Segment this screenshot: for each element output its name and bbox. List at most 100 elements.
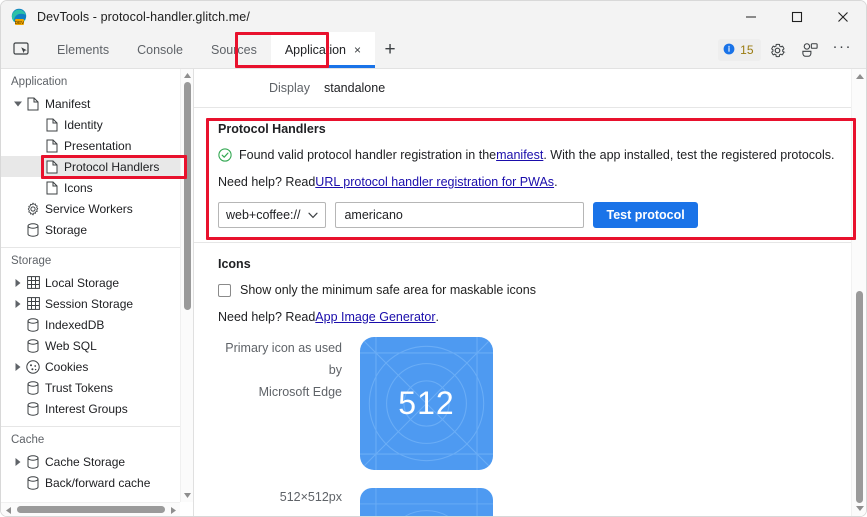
more-options-icon[interactable]: ···: [827, 38, 859, 62]
protocol-url-input[interactable]: americano: [335, 202, 585, 228]
tab-elements[interactable]: Elements: [43, 32, 123, 68]
document-icon: [43, 139, 61, 153]
sidebar-hscroll-thumb[interactable]: [17, 506, 165, 513]
sidebar-item-service-workers[interactable]: Service Workers: [1, 198, 180, 219]
sidebar-scroll-thumb[interactable]: [184, 82, 191, 310]
sidebar-item-label: Local Storage: [45, 275, 120, 290]
devtools-layout-icon[interactable]: [795, 37, 825, 63]
sidebar-item-label: Interest Groups: [45, 401, 128, 416]
second-icon-preview: [360, 488, 493, 516]
pwa-protocol-doc-link[interactable]: URL protocol handler registration for PW…: [315, 175, 554, 189]
scroll-down-icon[interactable]: [852, 501, 866, 516]
chevron-right-icon[interactable]: [11, 457, 24, 466]
primary-icon-size-text: 512: [398, 385, 455, 421]
tab-application[interactable]: Application ×: [270, 32, 376, 68]
icon-guidelines: [360, 488, 493, 516]
test-protocol-button[interactable]: Test protocol: [593, 202, 698, 228]
database-icon: [24, 317, 42, 332]
sidebar-section-title: Application: [11, 76, 68, 88]
sidebar-tree: Application Manifest Identity Presentation P…: [1, 69, 180, 502]
sidebar-vertical-scrollbar[interactable]: [180, 69, 193, 502]
tab-label: Sources: [210, 43, 257, 57]
sidebar-item-cache-storage[interactable]: Cache Storage: [1, 451, 180, 472]
maskable-safe-area-row[interactable]: Show only the minimum safe area for mask…: [218, 283, 851, 297]
issues-badge[interactable]: 15: [718, 39, 761, 61]
protocol-status-row: Found valid protocol handler registratio…: [218, 148, 851, 162]
check-circle-icon: [218, 148, 232, 162]
application-sidebar: Application Manifest Identity Presentation P…: [1, 69, 194, 516]
sidebar-item-indexeddb[interactable]: IndexedDB: [1, 314, 180, 335]
sidebar-section-title: Storage: [11, 255, 52, 267]
inspect-element-icon[interactable]: [1, 32, 43, 68]
database-icon: [24, 338, 42, 353]
protocol-url-value: americano: [344, 208, 403, 222]
close-icon[interactable]: ×: [354, 44, 361, 56]
chevron-down-icon[interactable]: [11, 101, 24, 107]
manifest-content: Display standalone Protocol Handlers Fou…: [194, 69, 851, 516]
sidebar-item-local-storage[interactable]: Local Storage: [1, 272, 180, 293]
add-tab-button[interactable]: +: [375, 32, 405, 68]
icons-section: Icons Show only the minimum safe area fo…: [194, 243, 851, 516]
sidebar-item-manifest[interactable]: Manifest: [1, 93, 180, 114]
sidebar-item-identity[interactable]: Identity: [1, 114, 180, 135]
sidebar-item-trust-tokens[interactable]: Trust Tokens: [1, 377, 180, 398]
icons-help-row: Need help? Read App Image Generator.: [218, 310, 851, 324]
gear-icon: [24, 202, 42, 216]
minimize-button[interactable]: [728, 1, 774, 32]
manifest-main-panel: Display standalone Protocol Handlers Fou…: [194, 69, 866, 516]
sidebar-item-label: Cache Storage: [45, 454, 126, 469]
primary-icon-caption: Primary icon as used by Microsoft Edge: [218, 337, 360, 470]
toolbar-actions: 15 ···: [718, 32, 866, 68]
document-icon: [43, 160, 61, 174]
table-icon: [24, 276, 42, 289]
sidebar-item-storage[interactable]: Storage: [1, 219, 180, 240]
protocol-help-row: Need help? Read URL protocol handler reg…: [218, 175, 851, 189]
chevron-right-icon[interactable]: [11, 278, 24, 287]
scroll-left-icon[interactable]: [1, 503, 15, 516]
tab-console[interactable]: Console: [123, 32, 197, 68]
display-row: Display standalone: [194, 69, 851, 107]
sidebar-item-presentation[interactable]: Presentation: [1, 135, 180, 156]
cookie-icon: [24, 359, 42, 374]
scroll-right-icon[interactable]: [166, 503, 180, 516]
chevron-right-icon[interactable]: [11, 362, 24, 371]
sidebar-item-label: Trust Tokens: [45, 380, 114, 395]
sidebar-item-label: Web SQL: [45, 338, 97, 353]
second-icon-group: 512×512px: [218, 488, 851, 516]
sidebar-item-web-sql[interactable]: Web SQL: [1, 335, 180, 356]
database-icon: [24, 475, 42, 490]
chevron-right-icon[interactable]: [11, 299, 24, 308]
protocol-scheme-select[interactable]: web+coffee://: [218, 202, 327, 228]
close-button[interactable]: [820, 1, 866, 32]
sidebar-item-interest-groups[interactable]: Interest Groups: [1, 398, 180, 419]
main-vertical-scrollbar[interactable]: [851, 69, 866, 516]
app-image-generator-link[interactable]: App Image Generator: [315, 310, 435, 324]
icons-help-prefix: Need help? Read: [218, 310, 316, 324]
sidebar-item-session-storage[interactable]: Session Storage: [1, 293, 180, 314]
maximize-button[interactable]: [774, 1, 820, 32]
scroll-up-icon[interactable]: [852, 69, 866, 84]
tab-sources[interactable]: Sources: [197, 32, 271, 68]
database-icon: [24, 454, 42, 469]
sidebar-item-cookies[interactable]: Cookies: [1, 356, 180, 377]
sidebar-item-icons[interactable]: Icons: [1, 177, 180, 198]
main-scroll-thumb[interactable]: [856, 291, 863, 503]
edge-devtools-icon: DEV: [10, 8, 28, 26]
protocol-help-prefix: Need help? Read: [218, 175, 316, 189]
maskable-safe-area-checkbox[interactable]: [218, 283, 231, 297]
protocol-status-prefix: Found valid protocol handler registratio…: [239, 148, 497, 162]
display-key: Display: [269, 81, 310, 95]
tab-label: Elements: [57, 43, 110, 57]
issues-count: 15: [740, 43, 754, 57]
scroll-up-icon[interactable]: [181, 69, 193, 82]
protocol-handlers-heading: Protocol Handlers: [218, 122, 326, 136]
sidebar-horizontal-scrollbar[interactable]: [1, 502, 180, 516]
svg-text:DEV: DEV: [15, 19, 25, 24]
sidebar-item-label: IndexedDB: [45, 317, 105, 332]
manifest-link[interactable]: manifest: [496, 148, 543, 162]
sidebar-item-back-forward-cache[interactable]: Back/forward cache: [1, 472, 180, 493]
sidebar-item-protocol-handlers[interactable]: Protocol Handlers: [1, 156, 180, 177]
gear-icon[interactable]: [763, 37, 793, 63]
sidebar-item-label: Icons: [64, 180, 93, 195]
scroll-down-icon[interactable]: [181, 489, 193, 502]
